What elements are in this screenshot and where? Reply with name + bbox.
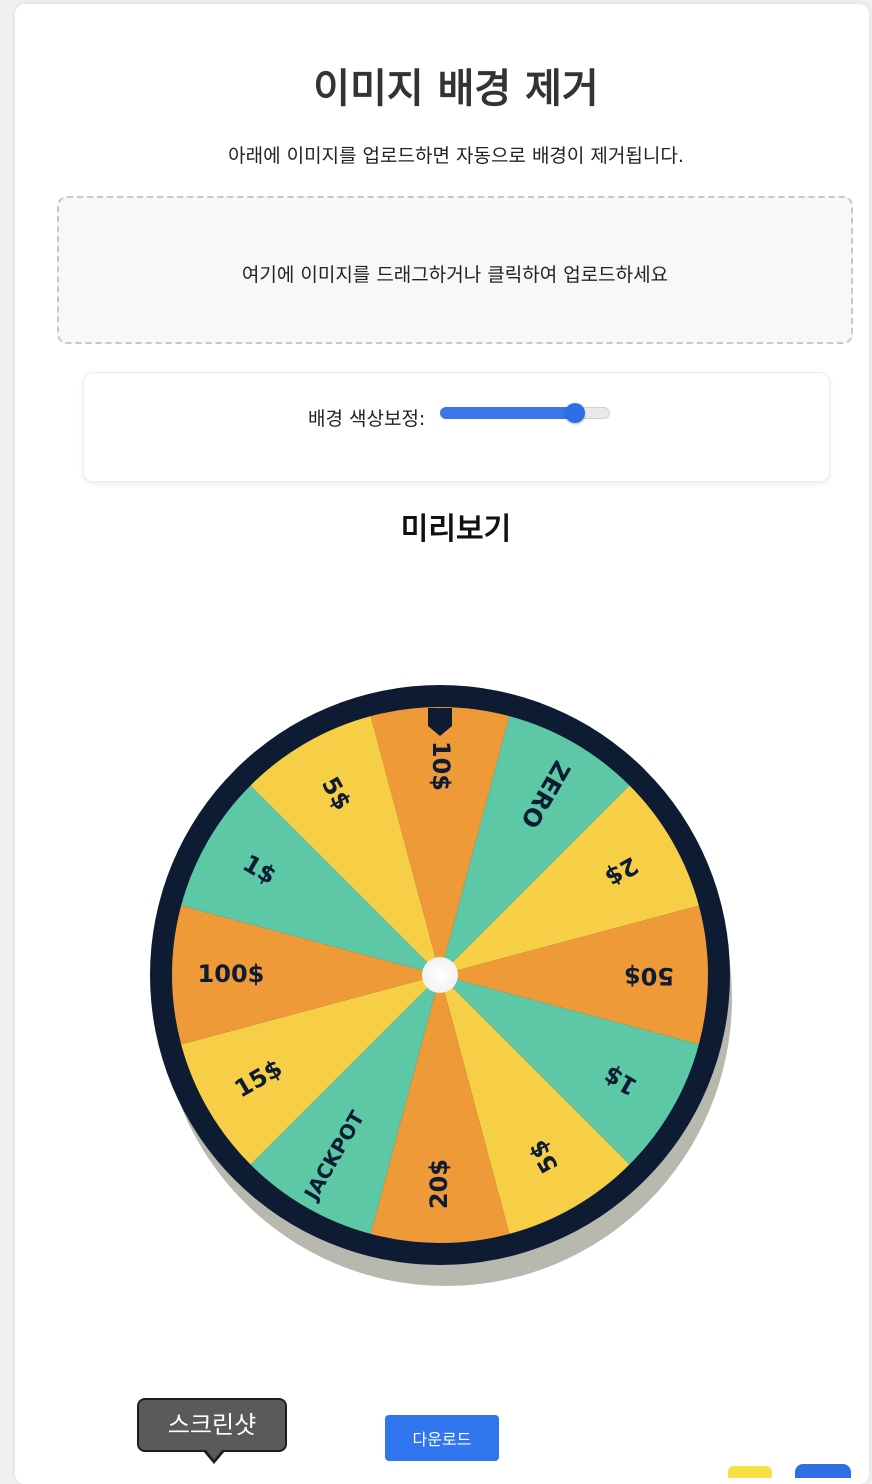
preview-title: 미리보기 xyxy=(400,512,512,547)
tooltip-arrow-inner xyxy=(206,1450,222,1460)
prize-wheel-image: 10$ ZERO2$50$1$5$20$JACKPOT15$100$1$5$ xyxy=(150,685,732,1286)
wheel-segment-label: 20$ xyxy=(425,1159,453,1209)
wheel-segment-label: 10$ xyxy=(427,741,455,791)
upload-prompt: 여기에 이미지를 드래그하거나 클릭하여 업로드하세요 xyxy=(241,264,669,286)
wheel-segment-label: 50$ xyxy=(624,962,674,990)
color-correction-label: 배경 색상보정: xyxy=(308,408,426,430)
slider-fill xyxy=(440,407,577,419)
wheel-segment-label: 100$ xyxy=(198,960,265,988)
page-title: 이미지 배경 제거 xyxy=(313,66,599,112)
download-button[interactable]: 다운로드 xyxy=(385,1415,499,1461)
page-subtitle: 아래에 이미지를 업로드하면 자동으로 배경이 제거됩니다. xyxy=(228,145,684,167)
wheel-hub xyxy=(422,957,458,993)
screenshot-tooltip: 스크린샷 xyxy=(137,1398,287,1452)
floating-yellow-button[interactable] xyxy=(728,1466,772,1478)
floating-blue-button[interactable] xyxy=(795,1464,851,1478)
preview-image: 10$ ZERO 2$ 50$ 1$ 5$ 20$ JACKPOT 15$ 100$ 1$ 5$ xyxy=(146,680,746,1290)
slider-thumb[interactable] xyxy=(565,403,586,423)
controls-panel: 배경 색상보정: xyxy=(83,372,830,482)
color-correction-slider[interactable] xyxy=(440,403,610,423)
upload-dropzone[interactable]: 여기에 이미지를 드래그하거나 클릭하여 업로드하세요 xyxy=(57,196,853,344)
